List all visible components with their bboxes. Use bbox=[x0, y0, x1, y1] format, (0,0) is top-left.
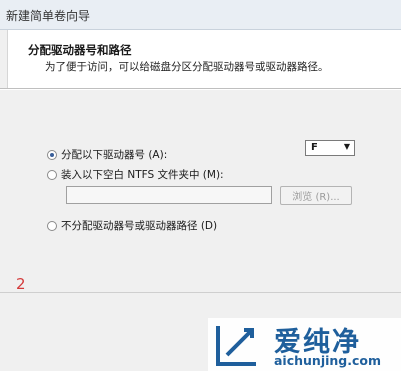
chevron-down-icon: ▼ bbox=[343, 142, 350, 151]
header-description: 为了便于访问，可以给磁盘分区分配驱动器号或驱动器路径。 bbox=[45, 61, 329, 73]
window-titlebar: 新建简单卷向导 bbox=[0, 0, 401, 30]
header-divider bbox=[0, 88, 401, 90]
option-assign-letter-label: 分配以下驱动器号 (A): bbox=[61, 149, 168, 161]
annotation-number: 2 bbox=[16, 275, 26, 293]
watermark-url: aichunjing.com bbox=[274, 353, 382, 368]
radio-assign-letter[interactable] bbox=[47, 149, 57, 160]
option-mount-folder-label: 装入以下空白 NTFS 文件夹中 (M): bbox=[61, 169, 224, 181]
option-assign-letter[interactable]: 分配以下驱动器号 (A): bbox=[47, 147, 167, 162]
footer-divider bbox=[0, 292, 401, 293]
option-mount-folder[interactable]: 装入以下空白 NTFS 文件夹中 (M): bbox=[47, 167, 224, 182]
folder-path-input[interactable] bbox=[66, 186, 272, 204]
watermark-logo-icon bbox=[216, 326, 256, 366]
drive-letter-value: F bbox=[311, 142, 318, 153]
window-title: 新建简单卷向导 bbox=[6, 9, 91, 23]
radio-no-assign[interactable] bbox=[47, 220, 57, 231]
watermark: 爱纯净 aichunjing.com bbox=[208, 318, 401, 371]
drive-letter-select[interactable]: F ▼ bbox=[305, 140, 355, 156]
option-no-assign[interactable]: 不分配驱动器号或驱动器路径 (D) bbox=[47, 218, 217, 233]
header-title: 分配驱动器号和路径 bbox=[28, 43, 132, 57]
option-no-assign-label: 不分配驱动器号或驱动器路径 (D) bbox=[61, 220, 218, 232]
radio-mount-folder[interactable] bbox=[47, 169, 57, 180]
wizard-header: 分配驱动器号和路径 为了便于访问，可以给磁盘分区分配驱动器号或驱动器路径。 bbox=[7, 30, 401, 88]
browse-button[interactable]: 浏览 (R)... bbox=[280, 186, 352, 205]
